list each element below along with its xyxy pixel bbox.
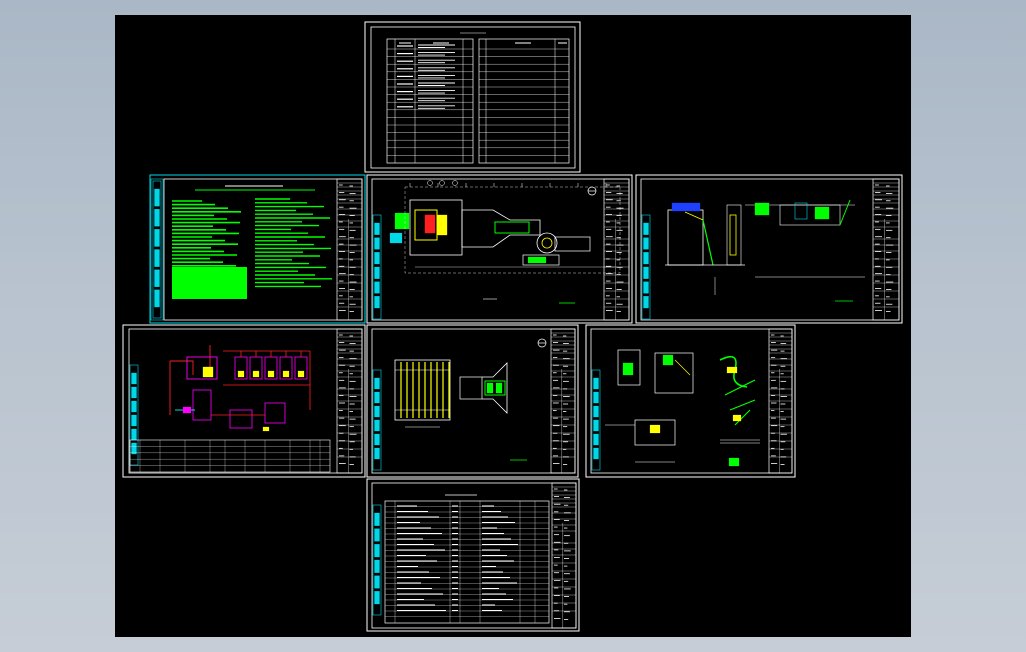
title-block — [336, 328, 363, 474]
design-notes-sheet[interactable] — [149, 174, 366, 324]
equipment-detail-sheet[interactable] — [585, 324, 796, 478]
drawing-index-sheet[interactable] — [364, 21, 581, 173]
materials-list-sheet[interactable] — [366, 478, 580, 632]
title-block — [768, 328, 793, 474]
site-plan-sheet[interactable] — [366, 174, 633, 324]
title-block — [872, 178, 900, 321]
title-block — [551, 482, 577, 629]
process-flow-sheet[interactable] — [122, 324, 366, 478]
title-block — [336, 178, 363, 321]
cad-drawing-canvas[interactable] — [115, 15, 911, 637]
drawing-sheets — [122, 21, 903, 632]
title-block — [603, 178, 630, 321]
title-block — [550, 328, 576, 474]
section-sheet[interactable] — [635, 174, 903, 324]
tank-detail-sheet[interactable] — [366, 324, 579, 478]
